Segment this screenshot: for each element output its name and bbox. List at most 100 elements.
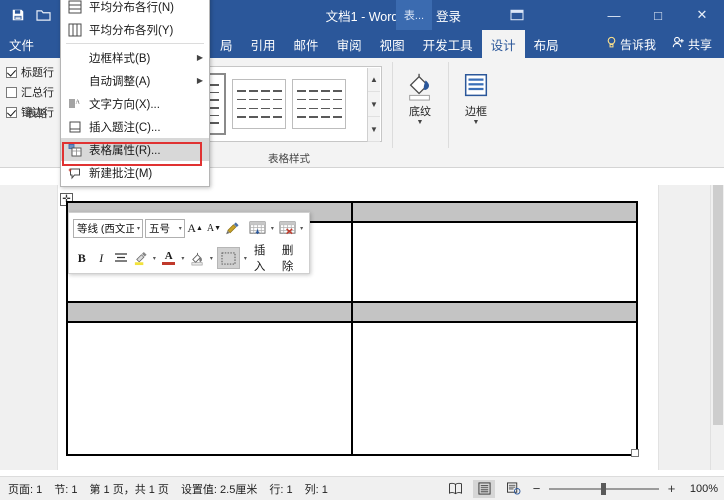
menu-item-distribute-columns[interactable]: 平均分布各列(Y) (61, 18, 209, 41)
total-row-checkbox[interactable] (6, 87, 17, 98)
font-name-combo[interactable]: 等线 (西文正 ▾ (73, 219, 143, 238)
menu-item-autofit[interactable]: 自动调整(A) ▶ (61, 69, 209, 92)
menu-item-insert-caption[interactable]: 插入题注(C)... (61, 115, 209, 138)
tab-review[interactable]: 审阅 (328, 30, 371, 58)
borders-button[interactable]: 边框 ▼ (454, 66, 498, 126)
tab-table-layout[interactable]: 布局 (525, 30, 568, 58)
read-mode-view-button[interactable] (444, 480, 466, 498)
shrink-font-button[interactable]: A▼ (206, 217, 223, 239)
insert-table-rows-button[interactable] (249, 217, 267, 239)
header-row-checkbox[interactable] (6, 67, 17, 78)
shading-dropdown-caret[interactable]: ▾ (208, 255, 215, 262)
delete-table-button[interactable] (278, 217, 296, 239)
shading-dropdown-caret[interactable]: ▼ (417, 120, 424, 126)
table-style-preview[interactable] (232, 79, 286, 129)
menu-item-distribute-rows[interactable]: 平均分布各行(N) (61, 0, 209, 18)
table-cell[interactable] (352, 302, 637, 322)
zoom-level-label[interactable]: 100% (684, 483, 718, 495)
shrink-font-label: A (207, 223, 214, 234)
tab-mailings[interactable]: 邮件 (285, 30, 328, 58)
zoom-out-button[interactable]: − (531, 481, 542, 496)
zoom-slider-thumb[interactable] (601, 483, 606, 495)
table-cell[interactable] (352, 202, 637, 222)
table-resize-handle[interactable] (631, 449, 639, 457)
share-label: 共享 (688, 36, 712, 53)
vertical-scrollbar[interactable] (710, 185, 724, 470)
tab-file[interactable]: 文件 (0, 30, 43, 58)
shading-button[interactable]: 底纹 ▼ (398, 66, 442, 126)
menu-item-table-properties[interactable]: 表格属性(R)... (61, 138, 209, 161)
bold-button[interactable]: B (73, 247, 90, 269)
status-page-of[interactable]: 第 1 页，共 1 页 (89, 481, 168, 497)
table-cell[interactable] (67, 302, 352, 322)
menu-item-text-direction[interactable]: A 文字方向(X)... (61, 92, 209, 115)
table-cell[interactable] (67, 322, 352, 455)
table-row[interactable] (67, 302, 637, 322)
zoom-slider[interactable] (549, 488, 659, 490)
mini-formatting-toolbar[interactable]: 等线 (西文正 ▾ 五号 ▾ A▲ A▼ ▾ (68, 212, 310, 274)
submenu-arrow-icon: ▶ (197, 53, 203, 62)
delete-table-dropdown-caret[interactable]: ▾ (298, 225, 305, 232)
menu-item-label: 自动调整(A) (89, 73, 150, 89)
menu-item-new-comment[interactable]: 新建批注(M) (61, 161, 209, 184)
minimize-button[interactable]: — (592, 0, 636, 30)
ribbon-display-options-icon[interactable] (500, 0, 534, 30)
highlight-button[interactable] (131, 247, 148, 269)
tell-me-button[interactable]: 告诉我 (598, 30, 664, 58)
tab-references[interactable]: 引用 (242, 30, 285, 58)
status-row[interactable]: 行: 1 (269, 481, 292, 497)
chevron-down-icon[interactable]: ▾ (176, 225, 182, 232)
maximize-button[interactable]: □ (636, 0, 680, 30)
table-style-preview[interactable] (292, 79, 346, 129)
table-context-menu[interactable]: 平均分布各行(N) 平均分布各列(Y) 边框样式(B) ▶ 自动调整(A) ▶ … (60, 0, 210, 187)
tab-layout-partial[interactable]: 局 (211, 30, 242, 58)
highlight-dropdown-caret[interactable]: ▾ (151, 255, 158, 262)
borders-dropdown-caret[interactable]: ▼ (473, 120, 480, 126)
delete-menu-button[interactable]: 删除 (279, 242, 305, 274)
menu-item-label: 新建批注(M) (89, 165, 152, 181)
status-setting-value[interactable]: 设置值: 2.5厘米 (181, 481, 257, 497)
format-painter-button[interactable] (224, 217, 241, 239)
borders-button[interactable] (217, 247, 240, 269)
status-section[interactable]: 节: 1 (54, 481, 77, 497)
menu-item-border-styles[interactable]: 边框样式(B) ▶ (61, 46, 209, 69)
status-column[interactable]: 列: 1 (305, 481, 328, 497)
grow-font-button[interactable]: A▲ (187, 217, 204, 239)
table-cell[interactable] (352, 222, 637, 302)
table-row[interactable] (67, 322, 637, 455)
borders-dropdown-caret[interactable]: ▾ (242, 255, 249, 262)
checkbox-header-row[interactable]: 标题行 (6, 62, 68, 82)
insert-table-dropdown-caret[interactable]: ▾ (269, 225, 276, 232)
blank-icon (66, 72, 83, 89)
tab-design[interactable]: 设计 (482, 30, 525, 58)
status-bar-right: − + 100% (444, 480, 718, 498)
chevron-down-icon[interactable]: ▾ (134, 225, 140, 232)
insert-menu-button[interactable]: 插入 (251, 242, 277, 274)
sign-in-button[interactable]: 登录 (436, 0, 461, 30)
table-options-group-label: 表格 (6, 106, 68, 121)
tab-developer[interactable]: 开发工具 (414, 30, 482, 58)
shading-button[interactable] (188, 247, 205, 269)
web-layout-view-button[interactable] (502, 480, 524, 498)
save-icon[interactable] (8, 6, 27, 25)
table-cell[interactable] (352, 322, 637, 455)
tab-view[interactable]: 视图 (371, 30, 414, 58)
table-styles-gallery[interactable]: ▲ ▼ ▼ (196, 66, 382, 142)
checkbox-total-row[interactable]: 汇总行 (6, 82, 68, 102)
font-color-dropdown-caret[interactable]: ▾ (179, 255, 186, 262)
share-button[interactable]: 共享 (664, 30, 720, 58)
gallery-more-button[interactable]: ▼ (368, 118, 380, 142)
status-page[interactable]: 页面: 1 (8, 481, 42, 497)
print-layout-view-button[interactable] (473, 480, 495, 498)
close-button[interactable]: ✕ (680, 0, 724, 30)
open-icon[interactable] (34, 6, 53, 25)
gallery-scroll-up-button[interactable]: ▲ (368, 68, 380, 92)
italic-button[interactable]: I (92, 247, 109, 269)
align-button[interactable] (112, 247, 129, 269)
scrollbar-thumb[interactable] (713, 185, 723, 425)
gallery-scroll-controls[interactable]: ▲ ▼ ▼ (367, 68, 380, 142)
gallery-scroll-down-button[interactable]: ▼ (368, 93, 380, 117)
zoom-in-button[interactable]: + (666, 481, 677, 496)
font-color-button[interactable]: A (160, 247, 177, 269)
font-size-combo[interactable]: 五号 ▾ (145, 219, 185, 238)
